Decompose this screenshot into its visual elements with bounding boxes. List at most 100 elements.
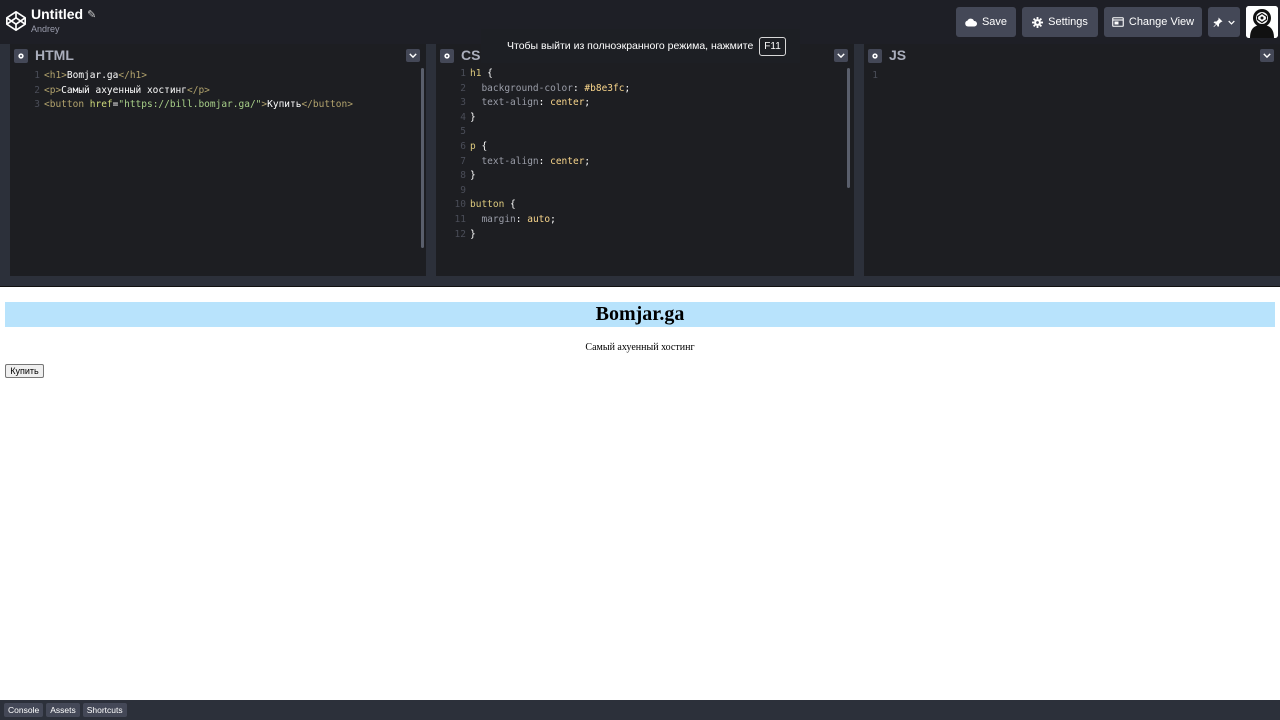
code-line: 5 xyxy=(436,125,854,140)
code-token: button xyxy=(470,199,511,211)
console-button[interactable]: Console xyxy=(4,703,44,717)
gear-icon xyxy=(444,53,450,59)
html-scrollbar[interactable] xyxy=(421,68,424,248)
line-number: 11 xyxy=(454,213,466,225)
preview-resize-bar[interactable] xyxy=(0,276,1280,287)
code-token: { xyxy=(487,68,493,79)
html-settings-button[interactable] xyxy=(14,49,28,63)
left-gutter xyxy=(0,44,10,276)
window-icon xyxy=(1112,17,1124,27)
js-panel-title: JS xyxy=(889,47,907,63)
codepen-logo-icon[interactable] xyxy=(5,10,27,32)
shortcuts-button[interactable]: Shortcuts xyxy=(82,703,127,717)
code-token: "https://bill.bomjar.ga/" xyxy=(118,99,262,111)
user-avatar[interactable] xyxy=(1246,6,1278,38)
line-number: 3 xyxy=(34,99,40,111)
line-number: 1 xyxy=(872,70,878,81)
code-token: { xyxy=(510,199,516,211)
save-button[interactable]: Save xyxy=(956,7,1016,37)
gear-icon xyxy=(1032,16,1044,28)
settings-button[interactable]: Settings xyxy=(1022,7,1098,37)
preview-heading: Bomjar.ga xyxy=(5,302,1275,327)
code-token: </h1> xyxy=(118,70,147,81)
code-token: href xyxy=(84,99,113,111)
html-css-resizer[interactable] xyxy=(426,44,436,276)
code-line: 3 text-align: center; xyxy=(436,96,854,111)
css-scrollbar[interactable] xyxy=(847,68,850,188)
code-token: : xyxy=(538,155,551,167)
code-token: center xyxy=(550,155,585,167)
css-collapse-button[interactable] xyxy=(834,49,848,62)
cloud-icon xyxy=(965,18,977,26)
js-settings-button[interactable] xyxy=(868,49,882,63)
preview-frame: Bomjar.ga Самый ахуенный хостинг Купить xyxy=(0,288,1280,700)
css-settings-button[interactable] xyxy=(440,49,454,63)
pen-title-area: Untitled ✎ Andrey xyxy=(31,6,96,34)
code-token: ; xyxy=(550,213,556,225)
line-number: 2 xyxy=(460,82,466,94)
code-token: Bomjar.ga xyxy=(66,70,119,81)
code-token: Купить xyxy=(267,99,302,111)
line-number: 1 xyxy=(34,70,40,81)
code-token: ; xyxy=(584,97,591,109)
code-token: ; xyxy=(584,155,591,167)
code-line: 2 background-color: #b8e3fc; xyxy=(436,82,854,97)
html-collapse-button[interactable] xyxy=(406,49,420,62)
css-code-editor[interactable]: 1 h1 {2 background-color: #b8e3fc; 3 text-… xyxy=(436,67,854,242)
editor-area: HTML 1 <h1> Bomjar.ga </h1> 2 <p> Самый аху… xyxy=(0,44,1280,286)
line-number: 9 xyxy=(460,184,466,196)
code-line: 11 margin: auto; xyxy=(436,213,854,228)
code-line: 8} xyxy=(436,169,854,184)
gear-icon xyxy=(18,53,24,59)
code-line: 7 text-align: center; xyxy=(436,155,854,170)
code-line: 2 <p> Самый ахуенный хостинг </p> xyxy=(10,84,426,99)
fullscreen-notice: Чтобы выйти из полноэкранного режима, на… xyxy=(481,29,800,63)
code-token: text-align xyxy=(470,155,539,167)
code-token: center xyxy=(550,97,585,109)
change-view-label: Change View xyxy=(1128,16,1195,28)
pin-button[interactable] xyxy=(1208,7,1240,37)
code-token: auto xyxy=(527,213,551,225)
code-line: 1 h1 { xyxy=(436,67,854,82)
line-number: 10 xyxy=(454,199,466,211)
line-number: 1 xyxy=(460,68,466,79)
code-token: : xyxy=(515,213,528,225)
css-js-resizer[interactable] xyxy=(854,44,864,276)
chevron-down-icon xyxy=(409,53,417,58)
js-code-editor[interactable]: 1 xyxy=(864,69,1280,84)
code-line: 4} xyxy=(436,111,854,126)
code-token: </button> xyxy=(301,99,353,111)
code-line: 3 <button href = "https://bill.bomjar.ga/"… xyxy=(10,98,426,113)
pencil-icon[interactable]: ✎ xyxy=(87,8,96,21)
code-line: 12} xyxy=(436,228,854,243)
assets-button[interactable]: Assets xyxy=(46,703,80,717)
pin-icon xyxy=(1213,17,1223,27)
code-token: <p> xyxy=(44,84,62,96)
pen-author[interactable]: Andrey xyxy=(31,24,96,34)
settings-label: Settings xyxy=(1048,16,1088,28)
code-token: text-align xyxy=(470,97,539,109)
code-line: 6p { xyxy=(436,140,854,155)
code-token: Самый ахуенный хостинг xyxy=(61,84,188,96)
html-code-editor[interactable]: 1 <h1> Bomjar.ga </h1> 2 <p> Самый ахуенный… xyxy=(10,69,426,113)
code-token: </p> xyxy=(187,84,210,96)
code-token: : xyxy=(572,82,585,94)
code-token: } xyxy=(470,228,476,240)
pen-title[interactable]: Untitled xyxy=(31,6,83,22)
fullscreen-notice-text: Чтобы выйти из полноэкранного режима, на… xyxy=(507,40,754,52)
chevron-down-icon xyxy=(837,53,845,58)
save-label: Save xyxy=(981,16,1008,28)
code-token: } xyxy=(470,111,476,123)
preview-buy-button[interactable]: Купить xyxy=(5,364,44,378)
footer-bar: Console Assets Shortcuts xyxy=(0,700,1280,720)
line-number: 6 xyxy=(460,140,466,152)
change-view-button[interactable]: Change View xyxy=(1104,7,1202,37)
code-line: 1 <h1> Bomjar.ga </h1> xyxy=(10,69,426,84)
chevron-down-icon xyxy=(1263,53,1271,58)
html-panel-title: HTML xyxy=(35,47,74,63)
js-collapse-button[interactable] xyxy=(1260,49,1274,62)
line-number: 8 xyxy=(460,170,466,182)
js-panel-header: JS xyxy=(864,44,1280,68)
code-line: 1 xyxy=(864,69,1280,84)
html-panel: HTML 1 <h1> Bomjar.ga </h1> 2 <p> Самый аху… xyxy=(10,44,426,276)
